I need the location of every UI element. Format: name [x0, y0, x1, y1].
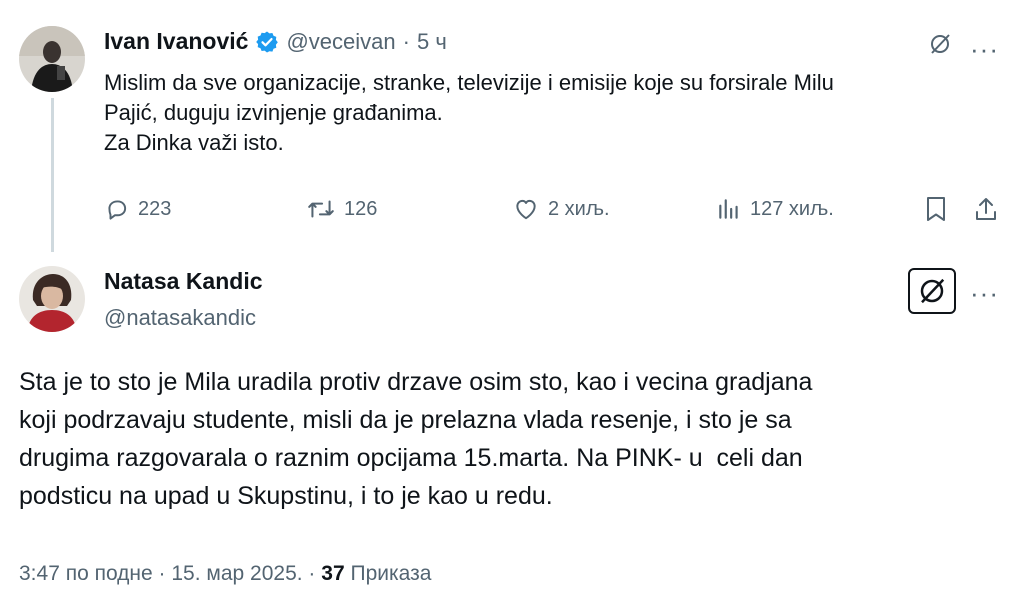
avatar-natasa[interactable]: [19, 266, 85, 332]
bookmark-icon[interactable]: [922, 194, 950, 224]
like-button[interactable]: 2 хиљ.: [512, 196, 610, 222]
share-icon[interactable]: [972, 194, 1000, 224]
repost-button[interactable]: 126: [306, 196, 377, 222]
tweet2-line: drugima razgovarala o raznim opcijama 15…: [19, 444, 803, 472]
thread-connector-line: [51, 98, 54, 252]
views-label: Приказа: [350, 562, 432, 585]
grok-icon[interactable]: [926, 30, 954, 58]
tweet1-line: Mislim da sve organizacije, stranke, tel…: [104, 70, 834, 95]
avatar-ivan[interactable]: [19, 26, 85, 92]
like-count: 2 хиљ.: [548, 197, 610, 220]
reply-icon: [104, 196, 130, 222]
tweet2-line: Sta je to sto je Mila uradila protiv drz…: [19, 368, 813, 396]
more-options-icon[interactable]: ···: [970, 280, 999, 306]
author-handle[interactable]: @natasakandic: [104, 305, 263, 331]
tweet2-line: podsticu na upad u Skupstinu, i to je ka…: [19, 482, 553, 510]
author-handle[interactable]: @veceivan: [286, 29, 395, 55]
post-time[interactable]: 5 ч: [417, 29, 447, 55]
tweet1-header: Ivan Ivanović @veceivan · 5 ч: [104, 28, 447, 55]
timestamp[interactable]: 3:47 по подне · 15. мар 2025. ·: [19, 562, 315, 585]
verified-badge-icon: [255, 30, 279, 54]
views-button[interactable]: 127 хиљ.: [716, 196, 834, 222]
views-count: 37: [321, 562, 345, 585]
tweet2-line: koji podrzavaju studente, misli da je pr…: [19, 406, 792, 434]
analytics-icon: [716, 196, 742, 222]
tweet1-line: Pajić, duguju izvinjenje građanima.: [104, 100, 443, 125]
grok-icon[interactable]: [908, 268, 956, 314]
author-name[interactable]: Ivan Ivanović: [104, 28, 248, 55]
tweet1-text: Mislim da sve organizacije, stranke, tel…: [104, 68, 1004, 158]
repost-count: 126: [344, 197, 378, 220]
reply-count: 223: [138, 197, 172, 220]
heart-icon: [512, 196, 540, 222]
tweet-meta: 3:47 по подне · 15. мар 2025. · 37 Прика…: [19, 562, 431, 586]
view-count: 127 хиљ.: [750, 197, 834, 220]
author-name[interactable]: Natasa Kandic: [104, 268, 263, 295]
separator-dot: ·: [402, 28, 410, 54]
more-options-icon[interactable]: ···: [970, 36, 999, 62]
repost-icon: [306, 196, 336, 222]
tweet1-line: Za Dinka važi isto.: [104, 130, 284, 155]
reply-button[interactable]: 223: [104, 196, 171, 222]
tweet2-header: Natasa Kandic @natasakandic: [104, 268, 263, 331]
tweet2-text: Sta je to sto je Mila uradila protiv drz…: [19, 363, 1009, 515]
